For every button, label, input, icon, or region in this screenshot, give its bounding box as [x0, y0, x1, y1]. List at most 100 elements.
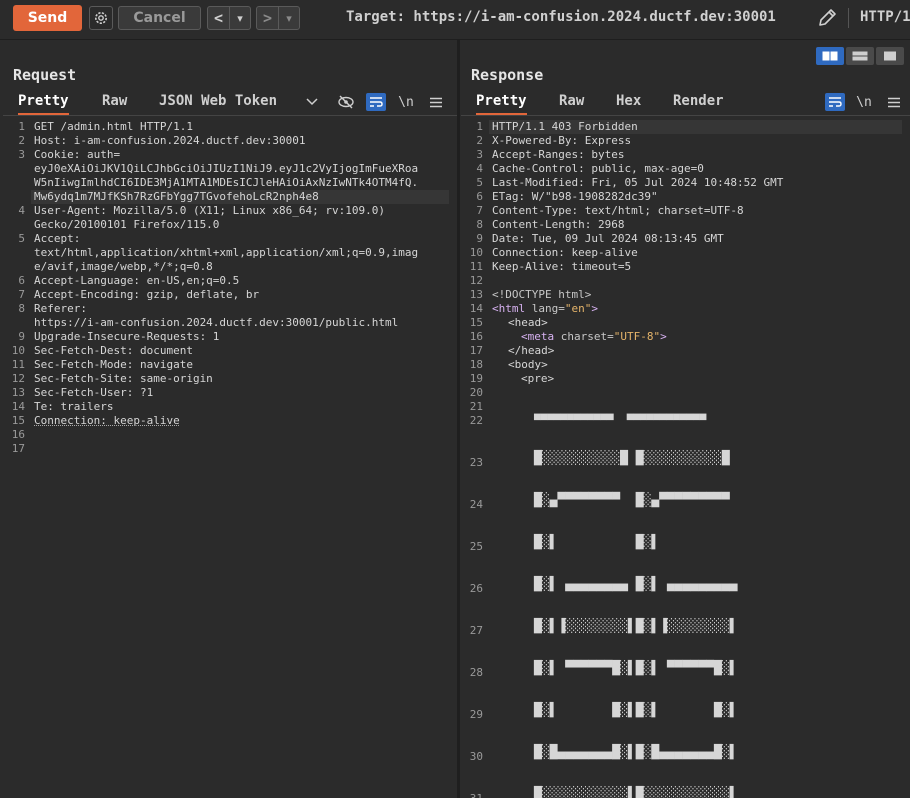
- line-number: 9: [18, 330, 25, 343]
- head-open-tag: <head>: [508, 316, 548, 329]
- request-tabs: Pretty Raw JSON Web Token \n: [3, 90, 457, 116]
- header-content-type: Content-Type: text/html; charset=UTF-8: [492, 204, 744, 217]
- layout-side-by-side-icon[interactable]: [816, 47, 844, 65]
- chevron-left-icon[interactable]: <: [208, 7, 229, 29]
- header-accept: Accept:: [34, 232, 81, 245]
- response-editor[interactable]: 1 HTTP/1.1 403 Forbidden 2 X-Powered-By:…: [461, 120, 910, 798]
- layout-switcher: [816, 47, 904, 65]
- tab-hex[interactable]: Hex: [616, 93, 641, 115]
- wrap-lines-icon[interactable]: [366, 93, 386, 111]
- chevron-down-icon[interactable]: [302, 93, 322, 111]
- line-number: 20: [469, 386, 483, 399]
- line-number: 29: [469, 708, 483, 721]
- pencil-icon: [819, 9, 836, 26]
- line-number: 24: [469, 498, 483, 511]
- line-number: 15: [11, 414, 25, 427]
- header-etag: ETag: W/"b98-1908282dc39": [492, 190, 658, 203]
- status-line: HTTP/1.1 403 Forbidden: [492, 120, 638, 133]
- line-number: 17: [469, 344, 483, 357]
- line-number: 13: [11, 386, 25, 399]
- header-x-powered-by: X-Powered-By: Express: [492, 134, 632, 147]
- back-button[interactable]: < ▾: [207, 6, 251, 30]
- header-connection: Connection: keep-alive: [34, 414, 180, 427]
- line-number: 4: [18, 204, 25, 217]
- line-number: 9: [476, 232, 483, 245]
- jwt-token-part: W5nIiwgImlhdCI6IDE3MjA1MTA1MDEsICJleHAiO…: [34, 176, 419, 189]
- line-number: 6: [476, 190, 483, 203]
- header-connection: Connection: keep-alive: [492, 246, 638, 259]
- tab-raw[interactable]: Raw: [559, 93, 584, 115]
- header-host: Host: i-am-confusion.2024.ductf.dev:3000…: [34, 134, 306, 147]
- header-te: Te: trailers: [34, 400, 114, 413]
- layout-single-icon[interactable]: [876, 47, 904, 65]
- line-number: 8: [476, 218, 483, 231]
- request-panel: Request Pretty Raw JSON Web Token \n 1 G…: [3, 40, 457, 798]
- line-number: 30: [469, 750, 483, 763]
- html-open-tag: <html lang="en">: [492, 302, 598, 315]
- header-accept-cont: e/avif,image/webp,*/*;q=0.8: [34, 260, 213, 273]
- line-number: 18: [469, 358, 483, 371]
- meta-tag: <meta charset="UTF-8">: [521, 330, 667, 343]
- header-accept-cont: text/html,application/xhtml+xml,applicat…: [34, 246, 419, 259]
- doctype-line: <!DOCTYPE html>: [492, 288, 592, 301]
- header-user-agent-cont: Gecko/20100101 Firefox/115.0: [34, 218, 220, 231]
- line-number: 11: [11, 358, 25, 371]
- line-number: 10: [11, 344, 25, 357]
- chevron-down-icon[interactable]: ▾: [228, 7, 250, 29]
- ascii-art-line: █░▌ █░▌: [534, 535, 660, 550]
- tab-raw[interactable]: Raw: [102, 93, 127, 115]
- header-user-agent: User-Agent: Mozilla/5.0 (X11; Linux x86_…: [34, 204, 385, 217]
- line-number: 10: [469, 246, 483, 259]
- hide-icon[interactable]: [336, 93, 356, 111]
- toolbar: Send Cancel < ▾ > ▾ Target: https://i-am…: [0, 0, 910, 40]
- settings-button[interactable]: [89, 6, 113, 30]
- ascii-art-line: █░▌ ▀▀▀▀▀▀█░▌█░▌ ▀▀▀▀▀▀█░▌: [534, 661, 738, 676]
- header-cache-control: Cache-Control: public, max-age=0: [492, 162, 704, 175]
- line-number: 7: [18, 288, 25, 301]
- jwt-token-part: eyJ0eXAiOiJKV1QiLCJhbGciOiJIUzI1NiJ9.eyJ…: [34, 162, 419, 175]
- newline-toggle[interactable]: \n: [854, 93, 874, 111]
- menu-icon[interactable]: [884, 93, 904, 111]
- header-sec-fetch-site: Sec-Fetch-Site: same-origin: [34, 372, 213, 385]
- header-accept-ranges: Accept-Ranges: bytes: [492, 148, 625, 161]
- line-number: 4: [476, 162, 483, 175]
- tab-json-web-token[interactable]: JSON Web Token: [159, 93, 277, 115]
- panel-splitter[interactable]: [457, 40, 460, 798]
- header-sec-fetch-dest: Sec-Fetch-Dest: document: [34, 344, 193, 357]
- line-number: 16: [11, 428, 25, 441]
- ascii-art-line: █░▌▐░░░░░░░░▌█░▌▐░░░░░░░░▌: [534, 619, 738, 634]
- line-number: 21: [469, 400, 483, 413]
- cancel-button[interactable]: Cancel: [118, 6, 201, 30]
- line-number: 5: [18, 232, 25, 245]
- header-accept-language: Accept-Language: en-US,en;q=0.5: [34, 274, 240, 287]
- line-number: 19: [469, 372, 483, 385]
- line-number: 31: [461, 792, 483, 798]
- header-sec-fetch-user: Sec-Fetch-User: ?1: [34, 386, 154, 399]
- wrap-lines-icon[interactable]: [825, 93, 845, 111]
- line-number: 25: [469, 540, 483, 553]
- chevron-down-icon[interactable]: ▾: [277, 7, 299, 29]
- tab-pretty[interactable]: Pretty: [18, 93, 69, 115]
- menu-icon[interactable]: [426, 93, 446, 111]
- header-last-modified: Last-Modified: Fri, 05 Jul 2024 10:48:52…: [492, 176, 784, 189]
- line-number: 22: [469, 414, 483, 427]
- head-close-tag: </head>: [508, 344, 555, 357]
- chevron-right-icon[interactable]: >: [257, 7, 278, 29]
- ascii-art-line: █░▌ █░▌█░▌ █░▌: [534, 703, 738, 718]
- send-button[interactable]: Send: [13, 5, 82, 31]
- body-open-tag: <body>: [508, 358, 548, 371]
- line-number: 15: [469, 316, 483, 329]
- newline-toggle[interactable]: \n: [396, 93, 416, 111]
- request-editor[interactable]: 1 GET /admin.html HTTP/1.1 2 Host: i-am-…: [3, 120, 457, 798]
- header-referer-cont: https://i-am-confusion.2024.ductf.dev:30…: [34, 316, 399, 329]
- header-accept-encoding: Accept-Encoding: gzip, deflate, br: [34, 288, 260, 301]
- tab-render[interactable]: Render: [673, 93, 724, 115]
- header-upgrade-insecure: Upgrade-Insecure-Requests: 1: [34, 330, 220, 343]
- http-version[interactable]: HTTP/1: [860, 9, 910, 25]
- edit-target-button[interactable]: [815, 6, 839, 30]
- tab-pretty[interactable]: Pretty: [476, 93, 527, 115]
- header-sec-fetch-mode: Sec-Fetch-Mode: navigate: [34, 358, 193, 371]
- layout-stacked-icon[interactable]: [846, 47, 874, 65]
- forward-button[interactable]: > ▾: [256, 6, 300, 30]
- line-number: 16: [469, 330, 483, 343]
